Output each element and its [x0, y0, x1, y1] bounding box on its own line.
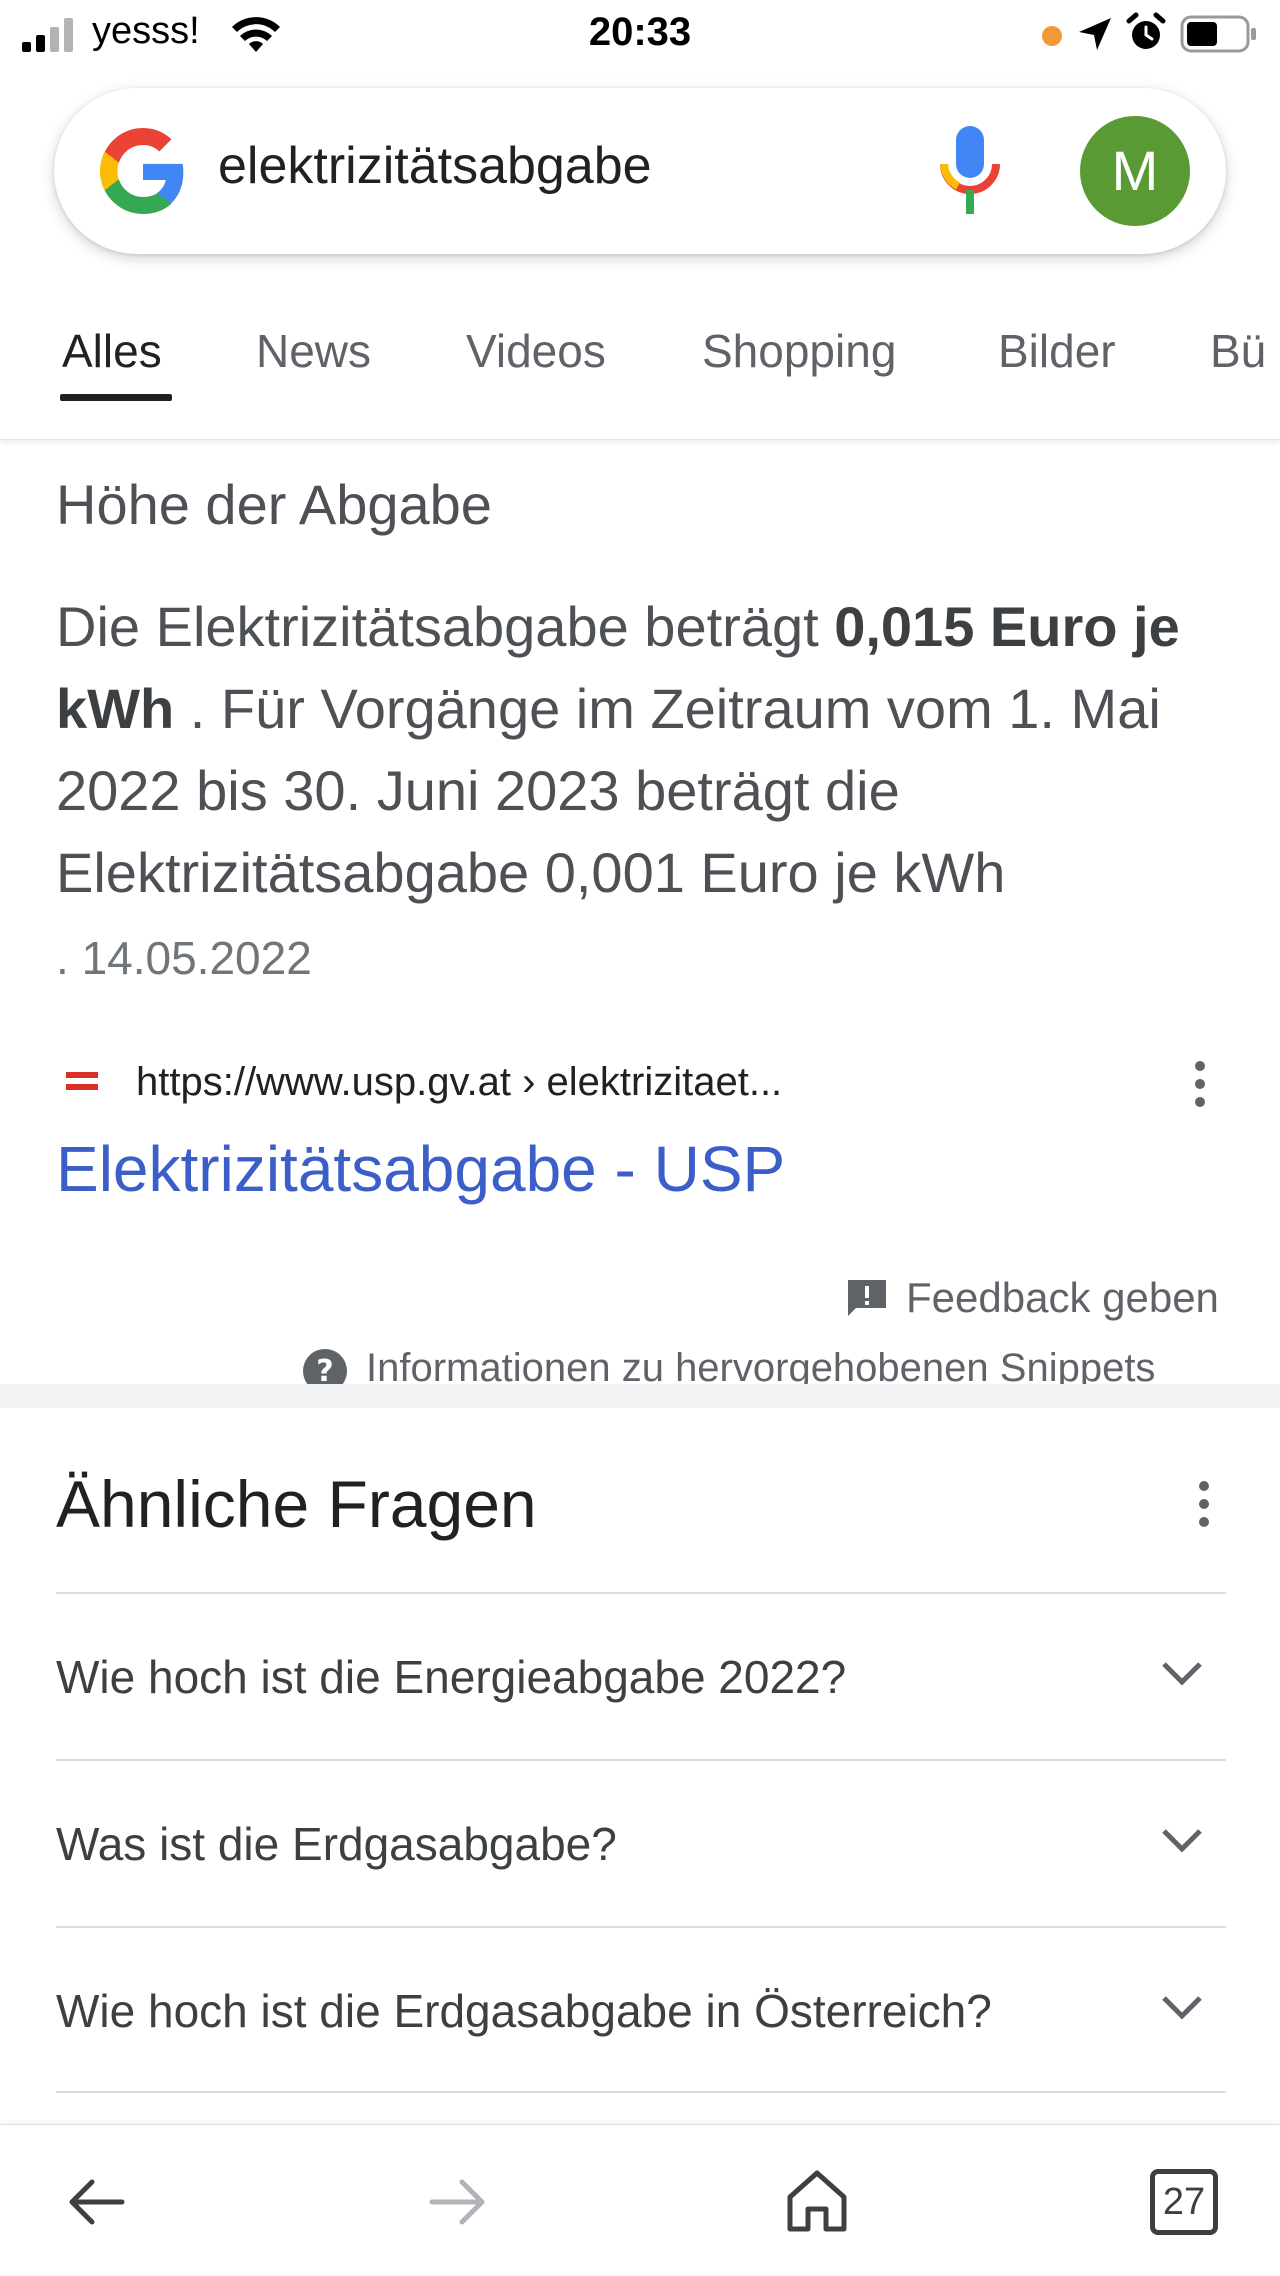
related-questions-list: Wie hoch ist die Energieabgabe 2022? Was…	[56, 1592, 1226, 2093]
related-question-item[interactable]: Was ist die Erdgasabgabe?	[56, 1759, 1226, 1926]
result-source[interactable]: https://www.usp.gv.at › elektrizitaet...	[56, 1056, 1236, 1112]
more-options-icon[interactable]	[1190, 1056, 1210, 1112]
snippet-heading: Höhe der Abgabe	[56, 473, 492, 536]
snippet-date: 14.05.2022	[81, 932, 312, 984]
alarm-clock-icon	[1126, 12, 1166, 49]
snippet-text-before: Die Elektrizitätsabgabe beträgt	[56, 595, 835, 658]
help-icon: ?	[303, 1349, 347, 1384]
related-question-text: Wie hoch ist die Energieabgabe 2022?	[56, 1651, 847, 1703]
related-question-item[interactable]: Wie hoch ist die Energieabgabe 2022?	[56, 1592, 1226, 1759]
browser-toolbar: 27	[0, 2124, 1280, 2276]
feedback-button[interactable]: Feedback geben	[846, 1270, 1226, 1330]
camera-indicator-icon	[1042, 26, 1062, 46]
feedback-label: Feedback geben	[906, 1274, 1219, 1321]
chevron-down-icon	[1162, 1662, 1202, 1686]
status-bar: yesss! 20:33	[0, 0, 1280, 70]
tab-news[interactable]: News	[256, 324, 371, 378]
microphone-icon[interactable]	[934, 122, 1006, 218]
snippet-info-link[interactable]: ? Informationen zu hervorgehobenen Snipp…	[302, 1340, 1226, 1384]
location-arrow-icon	[1079, 18, 1111, 50]
tab-buecher[interactable]: Bü	[1210, 324, 1266, 378]
related-questions-title: Ähnliche Fragen	[56, 1467, 537, 1541]
svg-text:?: ?	[316, 1354, 333, 1384]
snippet-text: Die Elektrizitätsabgabe beträgt 0,015 Eu…	[56, 586, 1236, 999]
snippet-info-label: Informationen zu hervorgehobenen Snippet…	[366, 1346, 1156, 1384]
search-tabs: Alles News Videos Shopping Bilder Bü	[0, 300, 1280, 440]
result-url: https://www.usp.gv.at › elektrizitaet...	[136, 1060, 783, 1104]
tab-videos[interactable]: Videos	[466, 324, 606, 378]
tab-bilder[interactable]: Bilder	[998, 324, 1116, 378]
search-bar[interactable]: elektrizitätsabgabe M	[54, 88, 1226, 254]
result-title-link[interactable]: Elektrizitätsabgabe - USP	[56, 1132, 785, 1206]
chevron-down-icon	[1162, 1829, 1202, 1853]
tab-shopping[interactable]: Shopping	[702, 324, 896, 378]
active-tab-indicator	[60, 394, 172, 401]
home-icon[interactable]	[786, 2169, 848, 2233]
account-avatar[interactable]: M	[1080, 116, 1190, 226]
feedback-icon	[848, 1280, 886, 1316]
snippet-date-prefix: .	[56, 932, 82, 984]
section-divider	[0, 1384, 1280, 1408]
google-logo-icon	[100, 128, 184, 214]
related-questions-more-icon[interactable]	[1194, 1476, 1214, 1532]
austria-flag-favicon-icon	[66, 1072, 98, 1090]
chevron-down-icon	[1162, 1996, 1202, 2020]
back-arrow-icon[interactable]	[64, 2177, 126, 2227]
snippet-text-after: . Für Vorgänge im Zeitraum vom 1. Mai 20…	[56, 677, 1161, 904]
battery-icon	[1180, 15, 1256, 53]
related-question-text: Wie hoch ist die Erdgasabgabe in Österre…	[56, 1985, 992, 2037]
related-question-text: Was ist die Erdgasabgabe?	[56, 1818, 617, 1870]
related-question-item[interactable]: Wie hoch ist die Erdgasabgabe in Österre…	[56, 1926, 1226, 2093]
forward-arrow-icon[interactable]	[428, 2177, 490, 2227]
tab-alles[interactable]: Alles	[62, 324, 162, 378]
tab-switcher-button[interactable]: 27	[1150, 2169, 1218, 2235]
search-query-input[interactable]: elektrizitätsabgabe	[218, 136, 652, 196]
